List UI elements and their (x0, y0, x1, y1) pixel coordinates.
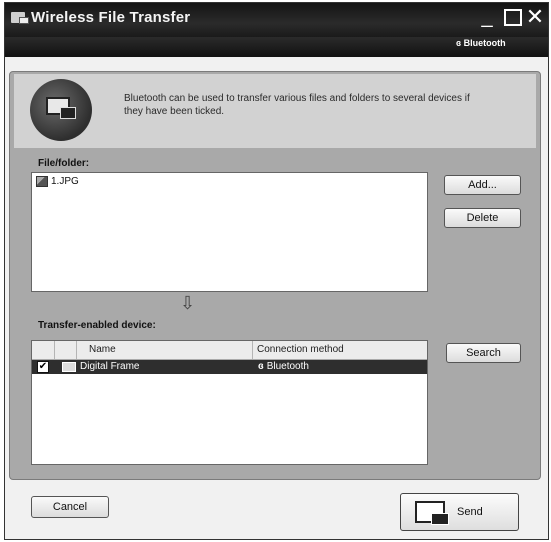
bluetooth-icon: ɞ (258, 361, 264, 372)
file-list[interactable]: 1.JPG (31, 172, 428, 292)
bluetooth-brand-logo: ɞ Bluetooth (456, 38, 506, 48)
device-icon (60, 107, 76, 119)
transfer-app-icon (11, 12, 29, 24)
table-row[interactable]: ✔ Digital Frame ɞ Bluetooth (32, 360, 427, 374)
pc-transfer-icon (30, 79, 92, 141)
send-button[interactable]: Send (400, 493, 519, 531)
add-button[interactable]: Add... (444, 175, 521, 195)
device-table[interactable]: Name Connection method ✔ Digital Frame ɞ… (31, 340, 428, 465)
connection-method: ɞ Bluetooth (258, 361, 309, 372)
file-list-item[interactable]: 1.JPG (36, 176, 79, 187)
column-header-check[interactable] (32, 341, 54, 359)
close-button[interactable]: ✕ (525, 6, 545, 28)
device-table-header: Name Connection method (32, 341, 427, 360)
send-label: Send (457, 506, 483, 518)
window-title: Wireless File Transfer (31, 9, 191, 26)
column-header-connection[interactable]: Connection method (252, 341, 427, 359)
send-transfer-icon (415, 501, 449, 525)
file-name: 1.JPG (51, 176, 79, 187)
bluetooth-icon: ɞ (456, 38, 462, 48)
delete-button[interactable]: Delete (444, 208, 521, 228)
file-folder-label: File/folder: (38, 158, 90, 169)
bluetooth-brand-text: Bluetooth (463, 38, 506, 48)
maximize-icon (504, 9, 522, 26)
digital-frame-icon (62, 362, 76, 372)
title-bar[interactable]: Wireless File Transfer _ ✕ (5, 3, 548, 37)
description-text: Bluetooth can be used to transfer variou… (124, 93, 470, 117)
connection-method-text: Bluetooth (266, 361, 309, 372)
image-file-icon (36, 176, 48, 187)
maximize-button[interactable] (502, 7, 522, 27)
minimize-button[interactable]: _ (477, 7, 497, 27)
cancel-button[interactable]: Cancel (31, 496, 109, 518)
search-button[interactable]: Search (446, 343, 521, 363)
transfer-device-label: Transfer-enabled device: (38, 320, 156, 331)
device-checkbox[interactable]: ✔ (37, 361, 49, 373)
column-header-icon[interactable] (54, 341, 76, 359)
arrow-down-icon: ⇩ (180, 293, 196, 313)
device-name: Digital Frame (80, 361, 140, 372)
column-header-name[interactable]: Name (76, 341, 252, 359)
